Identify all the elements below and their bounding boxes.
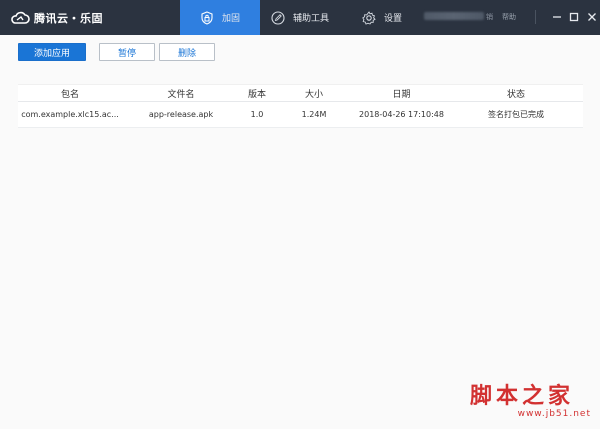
delete-button[interactable]: 删除 xyxy=(159,43,215,61)
add-app-button[interactable]: 添加应用 xyxy=(18,43,86,61)
cloud-logo-icon xyxy=(11,11,30,24)
cell-size: 1.24M xyxy=(301,110,327,119)
tab-reinforce[interactable]: 加固 xyxy=(180,0,260,35)
pencil-circle-icon xyxy=(271,10,285,25)
gear-icon xyxy=(362,10,376,25)
tab-settings-label: 设置 xyxy=(384,14,403,24)
watermark-url: www.jb51.net xyxy=(517,409,591,419)
header-filename[interactable]: 文件名 xyxy=(122,87,240,100)
user-account-blurred[interactable] xyxy=(424,12,484,20)
header-package[interactable]: 包名 xyxy=(18,87,122,100)
header-version[interactable]: 版本 xyxy=(240,87,274,100)
cell-version: 1.0 xyxy=(250,110,264,119)
tab-tools[interactable]: 辅助工具 xyxy=(271,0,361,35)
header-date[interactable]: 日期 xyxy=(354,87,449,100)
cell-filename: app-release.apk xyxy=(148,110,214,119)
account-suffix[interactable]: 销 xyxy=(486,0,493,35)
shield-lock-icon xyxy=(201,10,213,25)
cell-status: 签名打包已完成 xyxy=(488,110,544,119)
close-icon[interactable] xyxy=(585,10,599,24)
tab-reinforce-label: 加固 xyxy=(222,14,241,24)
cell-date: 2018-04-26 17:10:48 xyxy=(359,110,444,119)
minimize-icon[interactable] xyxy=(550,10,564,24)
pause-button[interactable]: 暂停 xyxy=(99,43,155,61)
help-link[interactable]: 帮助 xyxy=(502,0,516,35)
title-bar: 腾讯云・乐固 加固 辅助工具 设置 销 帮助 xyxy=(0,0,600,35)
table-row[interactable]: com.example.xlc15.ac... app-release.apk … xyxy=(18,102,583,128)
brand-name: 腾讯云・乐固 xyxy=(34,11,103,25)
watermark-title: 脚本之家 xyxy=(470,383,575,409)
brand-logo: 腾讯云・乐固 xyxy=(10,0,103,35)
header-size[interactable]: 大小 xyxy=(274,87,354,100)
toolbar: 添加应用 暂停 删除 xyxy=(0,35,600,71)
table-header: 包名 文件名 版本 大小 日期 状态 xyxy=(18,84,583,102)
maximize-icon[interactable] xyxy=(567,10,581,24)
task-table: 包名 文件名 版本 大小 日期 状态 com.example.xlc15.ac.… xyxy=(18,84,583,128)
tab-tools-label: 辅助工具 xyxy=(293,14,330,24)
header-status[interactable]: 状态 xyxy=(449,87,583,100)
titlebar-divider xyxy=(535,10,536,24)
cell-package: com.example.xlc15.ac... xyxy=(21,110,119,119)
site-watermark: 脚本之家 www.jb51.net xyxy=(470,384,595,424)
